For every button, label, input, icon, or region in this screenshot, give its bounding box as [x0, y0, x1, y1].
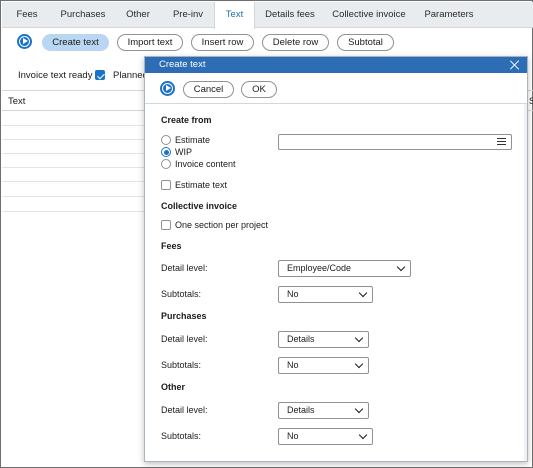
- other-subtotals-value: No: [287, 431, 299, 441]
- close-icon[interactable]: [509, 59, 521, 71]
- one-section-checkbox[interactable]: [161, 220, 171, 230]
- chevron-down-icon: [396, 262, 406, 272]
- delete-row-button[interactable]: Delete row: [262, 34, 329, 51]
- one-section-label: One section per project: [175, 220, 269, 230]
- app-window: Fees Purchases Other Pre-inv Text Detail…: [0, 0, 533, 468]
- radio-invoice-content-label: Invoice content: [175, 159, 236, 169]
- purchases-detail-select[interactable]: Details: [278, 331, 369, 348]
- other-detail-label: Detail level:: [161, 405, 208, 415]
- dialog-play-icon[interactable]: [160, 81, 175, 96]
- tab-purchases[interactable]: Purchases: [55, 2, 111, 28]
- dialog-scrollbar[interactable]: [524, 104, 527, 461]
- grid-row[interactable]: [2, 181, 144, 182]
- create-from-heading: Create from: [161, 115, 212, 125]
- tab-pre-inv[interactable]: Pre-inv: [166, 2, 210, 28]
- purchases-subtotals-label: Subtotals:: [161, 360, 202, 370]
- fees-detail-select[interactable]: Employee/Code: [278, 260, 411, 277]
- grid-column-partial: S: [529, 96, 533, 107]
- purchases-detail-value: Details: [287, 334, 315, 344]
- tab-details-fees[interactable]: Details fees: [259, 2, 321, 28]
- fees-subtotals-select[interactable]: No: [278, 286, 373, 303]
- fees-heading: Fees: [161, 241, 182, 251]
- radio-invoice-content[interactable]: [161, 159, 171, 169]
- chevron-down-icon: [358, 288, 368, 298]
- chevron-down-icon: [354, 359, 364, 369]
- tab-collective-invoice[interactable]: Collective invoice: [328, 2, 410, 28]
- fees-subtotals-value: No: [287, 289, 299, 299]
- purchases-heading: Purchases: [161, 311, 207, 321]
- radio-wip-label: WIP: [175, 147, 192, 157]
- chevron-down-icon: [354, 333, 364, 343]
- chevron-down-icon: [354, 404, 364, 414]
- import-text-button[interactable]: Import text: [117, 34, 183, 51]
- create-text-dialog: Create text Cancel OK Create from Estima…: [144, 56, 528, 462]
- run-play-icon[interactable]: [17, 34, 32, 49]
- purchases-detail-label: Detail level:: [161, 334, 208, 344]
- other-heading: Other: [161, 382, 186, 392]
- fees-detail-value: Employee/Code: [287, 263, 352, 273]
- dialog-divider: [145, 103, 527, 104]
- tab-bar: Fees Purchases Other Pre-inv Text Detail…: [2, 2, 533, 29]
- insert-row-button[interactable]: Insert row: [191, 34, 254, 51]
- grid-row[interactable]: [2, 211, 144, 212]
- source-picker-field[interactable]: [278, 134, 512, 150]
- planned-label: Planned: [113, 70, 148, 81]
- other-subtotals-select[interactable]: No: [278, 428, 373, 445]
- grid-row[interactable]: [2, 167, 144, 168]
- estimate-text-label: Estimate text: [175, 180, 228, 190]
- purchases-subtotals-select[interactable]: No: [278, 357, 369, 374]
- tab-other[interactable]: Other: [117, 2, 159, 28]
- grid-row[interactable]: [2, 139, 144, 140]
- grid-row[interactable]: [2, 196, 144, 197]
- radio-estimate-label: Estimate: [175, 135, 211, 145]
- tab-fees[interactable]: Fees: [8, 2, 46, 28]
- cancel-button[interactable]: Cancel: [183, 81, 234, 98]
- grid-row[interactable]: [2, 125, 144, 126]
- chevron-down-icon: [358, 430, 368, 440]
- ok-button[interactable]: OK: [241, 81, 277, 98]
- grid-row[interactable]: [2, 153, 144, 154]
- estimate-text-checkbox[interactable]: [161, 180, 171, 190]
- invoice-text-ready-checkbox[interactable]: [95, 70, 105, 80]
- fees-detail-label: Detail level:: [161, 263, 208, 273]
- fees-subtotals-label: Subtotals:: [161, 289, 202, 299]
- other-detail-value: Details: [287, 405, 315, 415]
- other-subtotals-label: Subtotals:: [161, 431, 202, 441]
- other-detail-select[interactable]: Details: [278, 402, 369, 419]
- radio-wip[interactable]: [161, 147, 171, 157]
- grid-column-text[interactable]: Text: [8, 96, 25, 107]
- subtotal-button[interactable]: Subtotal: [337, 34, 394, 51]
- tab-parameters[interactable]: Parameters: [420, 2, 478, 28]
- invoice-text-ready-label: Invoice text ready: [18, 70, 93, 81]
- radio-estimate[interactable]: [161, 135, 171, 145]
- collective-invoice-heading: Collective invoice: [161, 201, 238, 211]
- list-icon[interactable]: [497, 138, 506, 146]
- dialog-title: Create text: [145, 57, 527, 73]
- create-text-button[interactable]: Create text: [42, 34, 109, 51]
- purchases-subtotals-value: No: [287, 360, 299, 370]
- tab-text[interactable]: Text: [214, 2, 255, 29]
